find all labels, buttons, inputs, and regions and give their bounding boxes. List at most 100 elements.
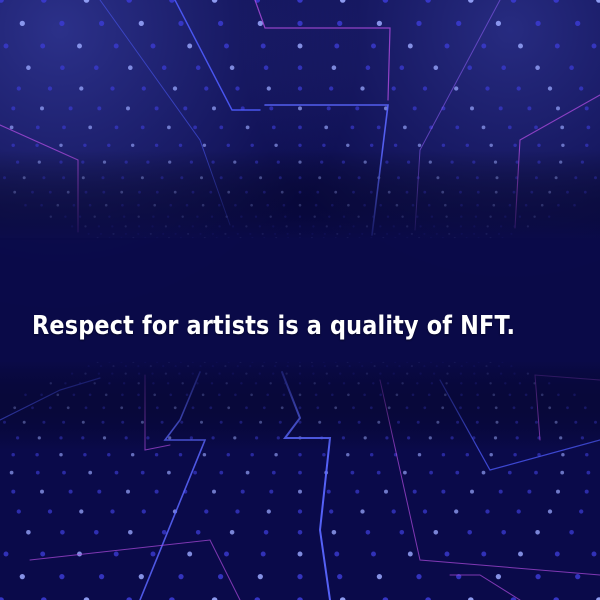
grid-dot xyxy=(455,125,460,130)
grid-dot xyxy=(465,452,470,457)
grid-dot xyxy=(324,125,329,130)
grid-dot xyxy=(150,43,156,49)
grid-dot xyxy=(513,452,517,457)
grid-dot xyxy=(187,43,193,49)
grid-dot xyxy=(297,65,303,70)
grid-dot xyxy=(274,452,278,457)
grid-dot xyxy=(229,530,235,535)
grid-dot xyxy=(350,470,355,475)
grid-dot xyxy=(322,452,326,457)
grid-dot xyxy=(224,551,229,557)
grid-dot xyxy=(507,125,512,130)
grid-dot xyxy=(441,452,446,457)
grid-dot xyxy=(360,86,365,91)
grid-dot xyxy=(40,106,44,111)
grid-dot xyxy=(161,65,167,70)
grid-dot xyxy=(501,530,507,535)
grid-dot xyxy=(586,470,591,475)
grid-dot xyxy=(297,43,303,49)
grid-dot xyxy=(40,489,44,494)
grid-dot xyxy=(399,65,405,70)
grid-dot xyxy=(269,106,274,111)
grid-dot xyxy=(167,125,171,130)
grid-dot xyxy=(329,509,334,514)
grid-dot xyxy=(417,143,422,148)
grid-dot xyxy=(298,106,302,111)
grid-dot xyxy=(518,43,523,49)
grid-dot xyxy=(212,106,216,111)
grid-dot xyxy=(193,470,197,475)
grid-dot xyxy=(403,470,407,475)
grid-dot xyxy=(40,43,46,49)
grid-dot xyxy=(537,143,541,148)
grid-dot xyxy=(467,65,473,70)
grid-dot xyxy=(138,573,144,580)
grid-dot xyxy=(11,143,15,148)
grid-dot xyxy=(586,125,591,130)
grid-dot xyxy=(19,573,25,580)
grid-dot xyxy=(298,452,302,457)
grid-dot xyxy=(547,509,553,514)
grid-dot xyxy=(204,509,209,514)
grid-dot xyxy=(59,573,65,580)
grid-dot xyxy=(297,509,303,514)
grid-dot xyxy=(360,509,365,514)
grid-dot xyxy=(334,43,340,49)
grid-dot xyxy=(527,106,532,111)
grid-dot xyxy=(535,530,540,535)
grid-dot xyxy=(575,20,581,27)
grid-dot xyxy=(167,470,171,475)
grid-dot xyxy=(554,43,560,49)
grid-dot xyxy=(130,452,135,457)
grid-dot xyxy=(202,143,207,148)
grid-dot xyxy=(98,573,105,580)
grid-dot xyxy=(456,20,462,27)
digital-tunnel-background xyxy=(0,0,600,600)
grid-dot xyxy=(77,43,82,49)
grid-dot xyxy=(68,489,73,494)
grid-dot xyxy=(556,106,560,111)
grid-dot xyxy=(376,20,383,27)
grid-dot xyxy=(331,530,337,535)
grid-dot xyxy=(433,530,439,535)
grid-dot xyxy=(376,125,381,130)
grid-dot xyxy=(217,20,224,27)
grid-dot xyxy=(271,470,276,475)
grid-dot xyxy=(433,65,439,70)
grid-dot xyxy=(534,470,538,475)
grid-dot xyxy=(467,530,473,535)
grid-dot xyxy=(556,489,560,494)
grid-dot xyxy=(178,573,184,580)
grid-dot xyxy=(178,452,183,457)
grid-dot xyxy=(107,452,111,457)
grid-dot xyxy=(40,551,46,557)
grid-dot xyxy=(417,452,422,457)
grid-dot xyxy=(229,65,235,70)
grid-dot xyxy=(355,489,360,494)
grid-dot xyxy=(266,86,271,91)
grid-dot xyxy=(444,43,450,49)
grid-dot xyxy=(141,509,146,514)
grid-dot xyxy=(97,489,102,494)
grid-dot xyxy=(250,452,254,457)
grid-dot xyxy=(195,530,201,535)
grid-dot xyxy=(62,470,66,475)
grid-dot xyxy=(465,143,470,148)
grid-dot xyxy=(371,551,376,557)
grid-dot xyxy=(297,573,303,580)
grid-dot xyxy=(3,551,9,557)
grid-dot xyxy=(560,125,565,130)
grid-dot xyxy=(9,125,14,130)
grid-dot xyxy=(178,143,183,148)
grid-dot xyxy=(534,125,538,130)
grid-dot xyxy=(226,452,231,457)
grid-dot xyxy=(235,509,240,514)
grid-dot xyxy=(138,20,144,27)
grid-dot xyxy=(219,470,224,475)
grid-dot xyxy=(35,470,40,475)
grid-dot xyxy=(441,489,446,494)
grid-dot xyxy=(554,551,560,557)
grid-dot xyxy=(62,125,66,130)
grid-dot xyxy=(391,86,396,91)
grid-dot xyxy=(350,125,355,130)
